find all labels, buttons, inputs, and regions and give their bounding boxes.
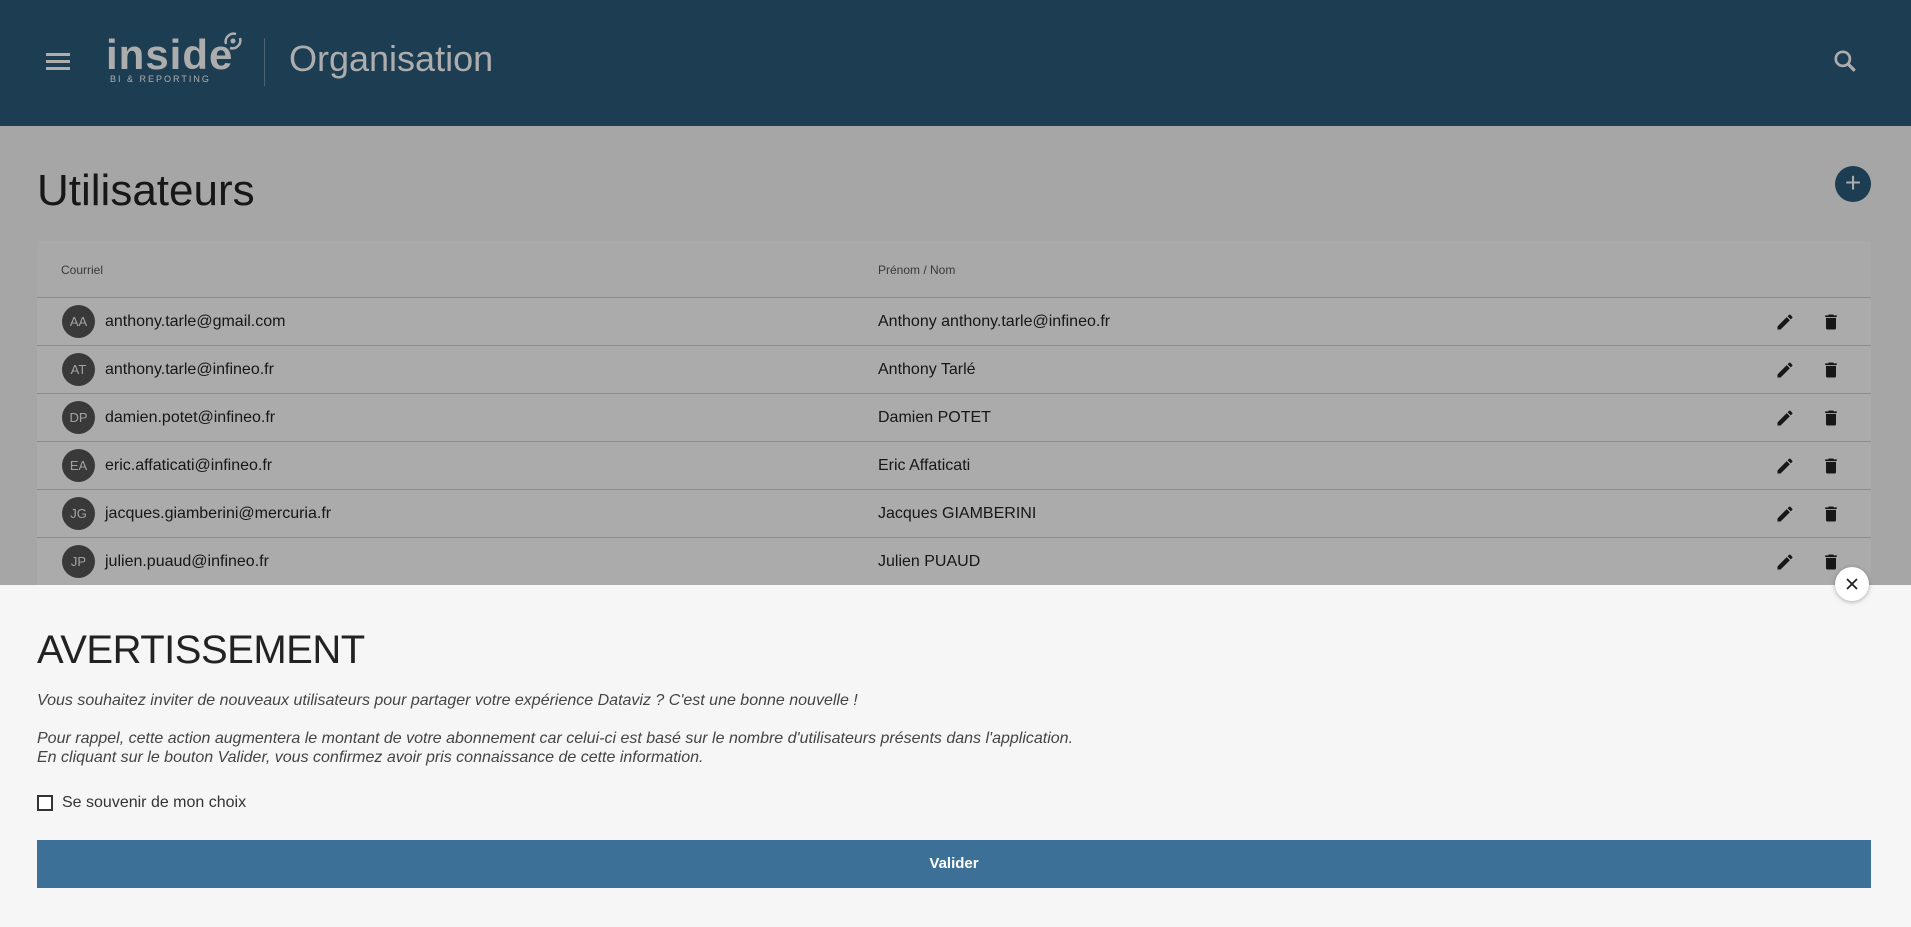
warning-dialog: AVERTISSEMENT Vous souhaitez inviter de … [0,585,1911,927]
dialog-title: AVERTISSEMENT [37,628,365,672]
close-dialog-button[interactable] [1835,567,1869,601]
dialog-message-confirm: En cliquant sur le bouton Valider, vous … [37,749,704,766]
validate-button[interactable]: Valider [37,840,1871,888]
dialog-message-reminder: Pour rappel, cette action augmentera le … [37,730,1074,747]
remember-choice-checkbox[interactable]: Se souvenir de mon choix [37,794,246,812]
remember-choice-label: Se souvenir de mon choix [62,794,247,811]
close-icon [1846,578,1858,590]
dialog-message-intro: Vous souhaitez inviter de nouveaux utili… [37,692,858,709]
checkbox-box[interactable] [37,795,53,811]
